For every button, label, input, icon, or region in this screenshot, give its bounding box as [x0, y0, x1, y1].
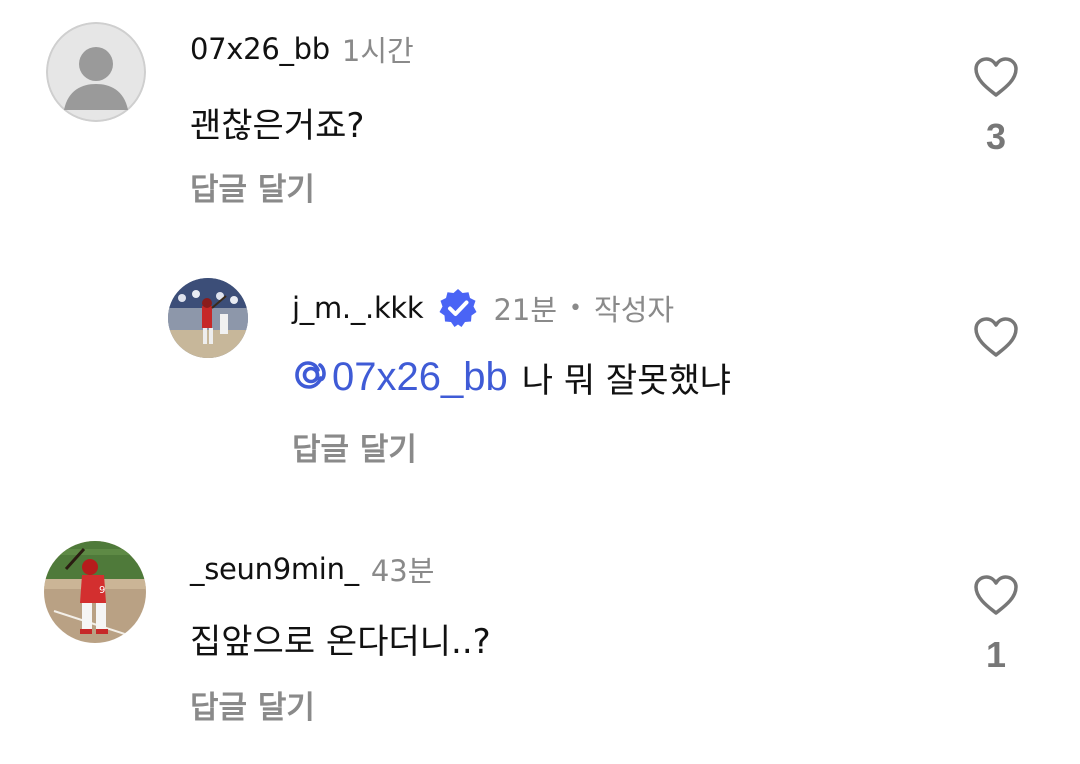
- comment-text: 집앞으로 온다더니..?: [190, 622, 491, 662]
- comment-text: 나 뭐 잘못했냐: [521, 361, 732, 401]
- like-button[interactable]: [966, 316, 1026, 358]
- like-button[interactable]: 1: [966, 574, 1026, 676]
- reply-button[interactable]: 답글 달기: [292, 424, 417, 469]
- svg-text:9: 9: [99, 585, 105, 596]
- comment-username[interactable]: j_m._.kkk: [292, 291, 424, 325]
- baseball-player-photo: [168, 278, 248, 358]
- heart-icon: [974, 575, 1018, 615]
- reply-button[interactable]: 답글 달기: [190, 164, 315, 209]
- heart-icon: [974, 317, 1018, 357]
- comment-time: 21분: [493, 293, 558, 327]
- reply-button[interactable]: 답글 달기: [190, 682, 315, 727]
- comment-username[interactable]: _seun9min_: [190, 552, 359, 586]
- default-avatar-icon: [46, 22, 146, 122]
- mention-link[interactable]: 07x26_bb: [332, 355, 508, 400]
- user-avatar[interactable]: [46, 22, 146, 122]
- mention-username: 07x26_bb: [332, 355, 508, 399]
- comment-text: 괜찮은거죠?: [190, 106, 365, 146]
- separator-dot: •: [569, 295, 583, 321]
- like-button[interactable]: 3: [966, 56, 1026, 158]
- user-avatar[interactable]: [168, 278, 248, 358]
- comment-time: 1시간: [341, 34, 414, 68]
- heart-icon: [974, 57, 1018, 97]
- comment-time: 43분: [370, 554, 435, 588]
- verified-badge-icon: [437, 287, 479, 329]
- baseball-batter-photo: 9: [44, 541, 146, 643]
- author-badge: 작성자: [594, 293, 675, 327]
- mention-icon[interactable]: [292, 352, 332, 403]
- like-count: 1: [985, 634, 1007, 675]
- like-count: 3: [985, 116, 1007, 157]
- comment-username[interactable]: 07x26_bb: [190, 32, 330, 66]
- user-avatar[interactable]: 9: [44, 541, 146, 643]
